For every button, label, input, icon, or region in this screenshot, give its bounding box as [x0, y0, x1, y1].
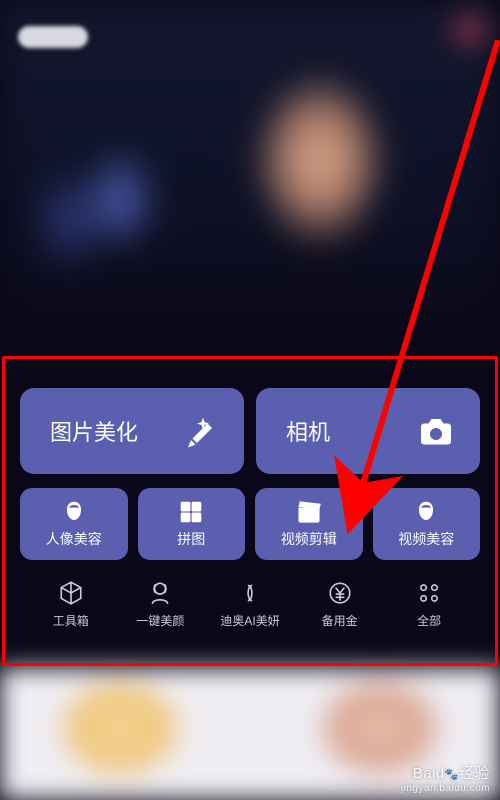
button-label: 视频剪辑	[281, 529, 337, 549]
watermark: Baid🐾经验 jingyan.baidu.com	[401, 762, 490, 794]
nav-reserve-fund[interactable]: 备用金	[310, 580, 370, 629]
cd-icon	[237, 580, 263, 606]
nav-all[interactable]: 全部	[399, 580, 459, 629]
nav-one-click-beauty[interactable]: 一键美颜	[130, 580, 190, 629]
hero-background	[0, 0, 500, 340]
button-label: 拼图	[177, 529, 205, 549]
sub-button-row: 人像美容 拼图 视频剪辑 视频美容	[20, 488, 480, 560]
watermark-url: jingyan.baidu.com	[401, 783, 490, 794]
portrait-beauty-button[interactable]: 人像美容	[20, 488, 128, 560]
button-label: 图片美化	[50, 415, 138, 447]
watermark-suffix: 经验	[459, 765, 490, 782]
button-label: 视频美容	[398, 529, 454, 549]
nav-label: 全部	[417, 612, 441, 629]
tools-panel: 图片美化 相机 人像美容 拼图	[6, 358, 494, 662]
grid-icon	[416, 580, 442, 606]
nav-label: 迪奥AI美妍	[220, 612, 279, 629]
watermark-brand: Baid	[413, 765, 445, 782]
nav-label: 工具箱	[53, 612, 89, 629]
main-button-row: 图片美化 相机	[20, 388, 480, 474]
face-icon	[413, 499, 439, 525]
beautify-photo-button[interactable]: 图片美化	[20, 388, 244, 474]
face-icon	[61, 499, 87, 525]
wand-icon	[182, 413, 218, 449]
yen-icon	[327, 580, 353, 606]
video-beauty-button[interactable]: 视频美容	[373, 488, 481, 560]
clapper-icon	[296, 499, 322, 525]
nav-toolbox[interactable]: 工具箱	[41, 580, 101, 629]
button-label: 人像美容	[46, 529, 102, 549]
bottom-nav-row: 工具箱 一键美颜 迪奥AI美妍 备用金 全部	[20, 580, 480, 629]
nav-label: 一键美颜	[136, 612, 184, 629]
video-edit-button[interactable]: 视频剪辑	[255, 488, 363, 560]
lady-icon	[147, 580, 173, 606]
camera-button[interactable]: 相机	[256, 388, 480, 474]
nav-dior-ai[interactable]: 迪奥AI美妍	[220, 580, 280, 629]
cube-icon	[58, 580, 84, 606]
camera-icon	[418, 413, 454, 449]
button-label: 相机	[286, 415, 330, 447]
collage-icon	[178, 499, 204, 525]
nav-label: 备用金	[322, 612, 358, 629]
collage-button[interactable]: 拼图	[138, 488, 246, 560]
status-pill	[18, 26, 88, 48]
